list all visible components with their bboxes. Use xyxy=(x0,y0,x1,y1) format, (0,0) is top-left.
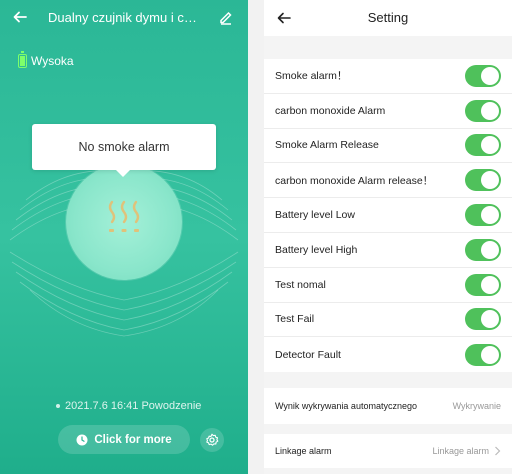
click-for-more-label: Click for more xyxy=(94,433,172,446)
clock-icon xyxy=(76,434,88,445)
toggle-row: carbon monoxide Alarm release！ xyxy=(264,163,512,199)
toggle-label: Test Fail xyxy=(275,313,315,326)
toggle-row: Detector Fault xyxy=(264,337,512,372)
app-root: Dualny czujnik dymu i cza... Wysoka No s… xyxy=(0,0,512,474)
linkage-alarm-value: Linkage alarm xyxy=(432,446,489,456)
device-panel: Dualny czujnik dymu i cza... Wysoka No s… xyxy=(0,0,248,474)
toggle-switch[interactable] xyxy=(465,238,501,261)
pencil-icon[interactable] xyxy=(218,9,234,25)
alarm-toggle-list: Smoke alarm！ carbon monoxide Alarm Smoke A… xyxy=(264,59,512,373)
auto-detection-row[interactable]: Wynik wykrywania automatycznego Wykrywan… xyxy=(264,388,512,424)
toggle-switch[interactable] xyxy=(465,134,501,157)
auto-detection-value: Wykrywanie xyxy=(452,401,501,411)
auto-detection-label: Wynik wykrywania automatycznego xyxy=(275,401,417,411)
settings-title: Setting xyxy=(367,10,409,25)
toggle-switch[interactable] xyxy=(465,64,501,87)
toggle-label: Battery level Low xyxy=(275,209,355,222)
panel-divider xyxy=(248,0,264,474)
toggle-switch[interactable] xyxy=(465,343,501,366)
settings-panel: Setting Smoke alarm！ carbon monoxide Alar… xyxy=(264,0,512,474)
toggle-row: Test Fail xyxy=(264,303,512,338)
last-check-text: 2021.7.6 16:41 Powodzenie xyxy=(65,400,202,412)
dot-icon xyxy=(56,404,60,408)
settings-button[interactable] xyxy=(200,428,224,452)
battery-status: Wysoka xyxy=(18,51,74,68)
toggle-switch[interactable] xyxy=(465,204,501,227)
toggle-switch[interactable] xyxy=(465,169,501,192)
device-title: Dualny czujnik dymu i cza... xyxy=(48,10,200,25)
toggle-label: carbon monoxide Alarm release！ xyxy=(275,174,434,187)
toggle-row: Battery level Low xyxy=(264,198,512,233)
toggle-label: Battery level High xyxy=(275,243,358,256)
battery-label: Wysoka xyxy=(31,54,74,68)
linkage-alarm-row[interactable]: Linkage alarm Linkage alarm xyxy=(264,434,512,468)
battery-icon xyxy=(18,51,27,68)
chevron-right-icon xyxy=(495,446,501,456)
settings-header: Setting xyxy=(264,0,512,36)
click-for-more-button[interactable]: Click for more xyxy=(58,425,190,454)
gear-icon xyxy=(206,433,219,446)
linkage-alarm-value-group: Linkage alarm xyxy=(432,446,501,456)
smoke-icon xyxy=(108,200,140,232)
alarm-status-bubble: No smoke alarm xyxy=(32,124,216,177)
last-check-status: 2021.7.6 16:41 Powodzenie xyxy=(56,400,201,412)
toggle-label: Test nomal xyxy=(275,278,326,291)
alarm-status-text: No smoke alarm xyxy=(78,140,170,154)
toggle-row: Smoke Alarm Release xyxy=(264,129,512,164)
device-header: Dualny czujnik dymu i cza... xyxy=(0,0,248,36)
toggle-label: Detector Fault xyxy=(275,348,341,361)
toggle-switch[interactable] xyxy=(465,308,501,331)
toggle-label: Smoke alarm！ xyxy=(275,70,348,83)
toggle-label: Smoke Alarm Release xyxy=(275,139,379,152)
linkage-alarm-label: Linkage alarm xyxy=(275,446,332,456)
toggle-label: carbon monoxide Alarm xyxy=(275,104,386,117)
toggle-row: Test nomal xyxy=(264,268,512,303)
toggle-switch[interactable] xyxy=(465,99,501,122)
toggle-row: Battery level High xyxy=(264,233,512,268)
toggle-row: carbon monoxide Alarm xyxy=(264,94,512,129)
arrow-left-icon[interactable] xyxy=(10,7,30,27)
toggle-switch[interactable] xyxy=(465,273,501,296)
toggle-row: Smoke alarm！ xyxy=(264,59,512,94)
